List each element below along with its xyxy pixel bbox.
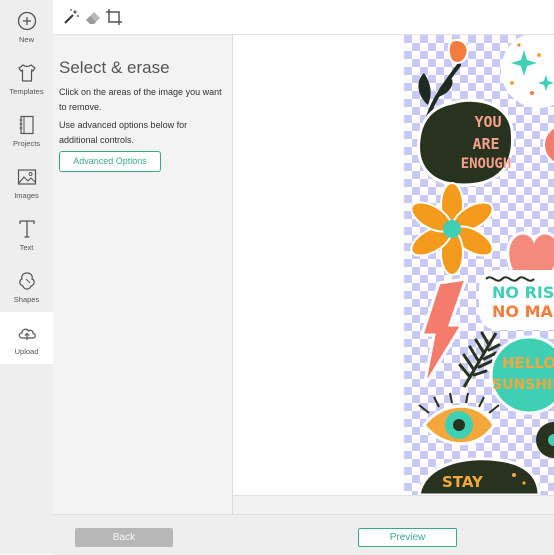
crop-icon[interactable] <box>105 8 123 26</box>
nav-images-label: Images <box>14 191 39 200</box>
tshirt-icon <box>17 64 36 82</box>
sticker-text-hello: HELLO <box>502 354 554 372</box>
nav-templates[interactable]: Templates <box>0 52 53 104</box>
sticker-text-stay: STAY <box>442 473 484 491</box>
nav-projects-label: Projects <box>12 139 41 148</box>
nav-shapes-label: Shapes <box>13 295 40 304</box>
left-nav-rail: New Templates Projects Images Text Shape… <box>0 0 54 554</box>
horizontal-scrollbar[interactable] <box>233 495 554 515</box>
sticker-sheet-image[interactable]: YOU ARE ENOUGH NO RIS NO MA HELLO SUNSHI… <box>404 35 554 495</box>
cloud-upload-icon <box>18 328 36 340</box>
back-button[interactable]: Back <box>75 528 173 547</box>
sticker-text-no-ma: NO MA <box>492 302 553 321</box>
bottom-action-bar: Back Preview <box>53 514 554 555</box>
panel-advanced-hint: Use advanced options below for additiona… <box>59 120 188 145</box>
canvas-viewport[interactable]: YOU ARE ENOUGH NO RIS NO MA HELLO SUNSHI… <box>233 35 554 495</box>
sticker-text-you: YOU <box>474 113 501 131</box>
notebook-icon <box>19 115 34 135</box>
select-erase-panel: Select & erase Click on the areas of the… <box>53 35 233 514</box>
nav-new[interactable]: New <box>0 0 53 52</box>
you-are-enough-sticker: YOU ARE ENOUGH <box>417 98 515 187</box>
nav-text[interactable]: Text <box>0 208 53 260</box>
nav-images[interactable]: Images <box>0 156 53 208</box>
eraser-icon[interactable] <box>84 8 102 26</box>
nav-shapes[interactable]: Shapes <box>0 260 53 312</box>
nav-templates-label: Templates <box>9 87 44 96</box>
nav-text-label: Text <box>19 243 34 252</box>
sticker-text-enough: ENOUGH <box>461 156 512 172</box>
plus-circle-icon <box>17 11 36 31</box>
canvas-area: YOU ARE ENOUGH NO RIS NO MA HELLO SUNSHI… <box>233 35 554 515</box>
text-t-icon <box>18 220 35 238</box>
no-risk-sticker: NO RIS NO MA <box>479 270 554 330</box>
image-icon <box>17 169 36 185</box>
nav-projects[interactable]: Projects <box>0 104 53 156</box>
sticker-text-sunshine: SUNSHIN <box>492 377 554 393</box>
sticker-text-are: ARE <box>472 135 499 153</box>
nav-new-label: New <box>18 35 34 44</box>
advanced-options-button[interactable]: Advanced Options <box>59 151 161 172</box>
panel-title: Select & erase <box>59 58 170 77</box>
magic-wand-icon[interactable] <box>62 8 80 26</box>
nav-upload[interactable]: Upload <box>0 312 53 364</box>
hello-sunshine-sticker: HELLO SUNSHIN <box>489 335 554 415</box>
sticker-text-no-risk: NO RIS <box>492 283 554 302</box>
image-toolbar <box>53 0 554 35</box>
uploaded-image[interactable]: YOU ARE ENOUGH NO RIS NO MA HELLO SUNSHI… <box>404 35 554 495</box>
preview-button[interactable]: Preview <box>358 528 457 547</box>
shapes-icon <box>18 272 35 290</box>
nav-upload-label: Upload <box>14 347 39 356</box>
panel-instruction: Click on the areas of the image you want… <box>59 87 222 112</box>
